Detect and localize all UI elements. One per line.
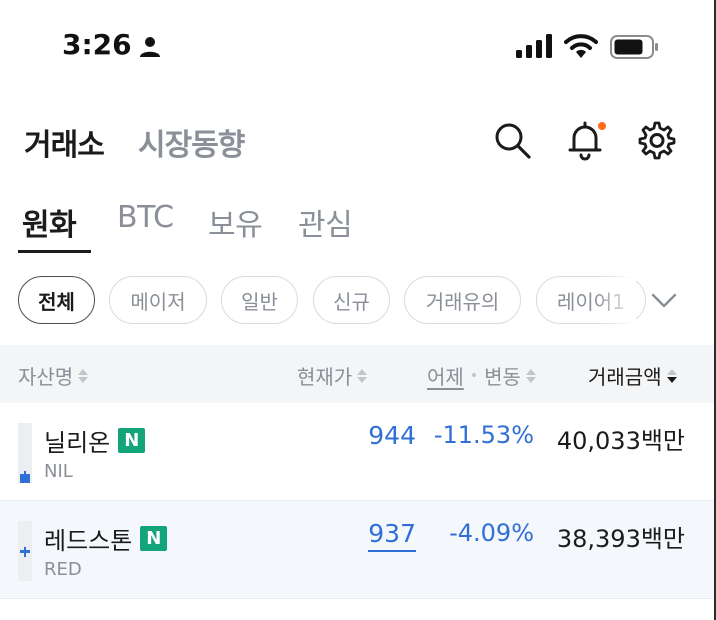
current-price: 944 bbox=[368, 421, 416, 450]
chip-new[interactable]: 신규 bbox=[313, 276, 390, 324]
column-change-label: 변동 bbox=[484, 365, 521, 389]
tab-krw[interactable]: 원화 bbox=[22, 200, 77, 244]
status-time: 3:26 bbox=[62, 28, 132, 61]
page-title[interactable]: 거래소 bbox=[24, 120, 105, 164]
asset-ticker: NIL bbox=[44, 461, 73, 482]
row-divider bbox=[0, 598, 716, 599]
gear-icon[interactable] bbox=[635, 118, 679, 162]
asset-ticker: RED bbox=[44, 559, 82, 580]
sort-by-change[interactable]: 어제 • 변동 bbox=[427, 361, 537, 390]
wifi-icon bbox=[564, 34, 598, 58]
trade-volume: 38,393백만 bbox=[556, 525, 685, 553]
asset-name-text: 닐리온 bbox=[44, 429, 111, 457]
sort-by-asset[interactable]: 자산명 bbox=[18, 361, 89, 390]
header: 거래소 시장동향 bbox=[0, 110, 716, 170]
sort-desc-icon bbox=[666, 368, 677, 383]
separator-dot: • bbox=[469, 367, 479, 384]
chip-fade bbox=[596, 276, 636, 324]
trade-volume: 40,033백만 bbox=[556, 427, 685, 455]
tab-btc[interactable]: BTC bbox=[117, 200, 174, 235]
market-tabs: 원화 BTC 보유 관심 bbox=[0, 190, 716, 254]
sort-icon bbox=[78, 368, 89, 383]
sort-by-price[interactable]: 현재가 bbox=[297, 361, 368, 390]
notification-dot bbox=[598, 122, 606, 130]
tab-favorites[interactable]: 관심 bbox=[298, 200, 353, 244]
person-icon bbox=[140, 37, 160, 57]
change-rate: -4.09% bbox=[449, 519, 534, 547]
column-change-basis[interactable]: 어제 bbox=[427, 361, 464, 390]
new-badge: N bbox=[140, 526, 168, 551]
table-row[interactable]: 닐리온 N NIL 944 -11.53% 40,033백만 bbox=[0, 403, 716, 501]
active-tab-indicator bbox=[18, 250, 91, 253]
mini-candle-chart bbox=[18, 521, 32, 581]
asset-name-text: 레드스톤 bbox=[44, 527, 133, 555]
new-badge: N bbox=[118, 428, 146, 453]
sort-icon bbox=[357, 368, 368, 383]
battery-icon bbox=[610, 35, 658, 59]
tab-holdings[interactable]: 보유 bbox=[208, 200, 263, 244]
table-row[interactable]: 레드스톤 N RED 937 -4.09% 38,393백만 bbox=[0, 501, 716, 599]
bell-icon[interactable] bbox=[563, 118, 607, 162]
status-bar: 3:26 bbox=[0, 0, 716, 95]
chip-general[interactable]: 일반 bbox=[221, 276, 298, 324]
column-price-label: 현재가 bbox=[297, 365, 353, 389]
asset-name: 닐리온 N bbox=[44, 423, 146, 458]
search-icon[interactable] bbox=[490, 118, 534, 162]
chevron-down-icon[interactable] bbox=[648, 286, 680, 314]
column-asset-label: 자산명 bbox=[18, 365, 74, 389]
column-volume-label: 거래금액 bbox=[588, 365, 662, 389]
chip-caution[interactable]: 거래유의 bbox=[404, 276, 521, 324]
current-price: 937 bbox=[368, 519, 416, 552]
market-trend-link[interactable]: 시장동향 bbox=[138, 120, 245, 164]
asset-name: 레드스톤 N bbox=[44, 521, 168, 556]
sort-icon bbox=[525, 368, 536, 383]
chip-major[interactable]: 메이저 bbox=[109, 276, 207, 324]
sort-by-volume[interactable]: 거래금액 bbox=[588, 361, 678, 390]
column-header: 자산명 현재가 어제 • 변동 거래금액 bbox=[0, 345, 716, 403]
signal-icon bbox=[516, 34, 552, 58]
chip-all[interactable]: 전체 bbox=[18, 276, 95, 324]
change-rate: -11.53% bbox=[433, 421, 534, 449]
mini-candle-chart bbox=[18, 423, 32, 483]
filter-chips: 전체 메이저 일반 신규 거래유의 레이어1 bbox=[0, 276, 716, 324]
